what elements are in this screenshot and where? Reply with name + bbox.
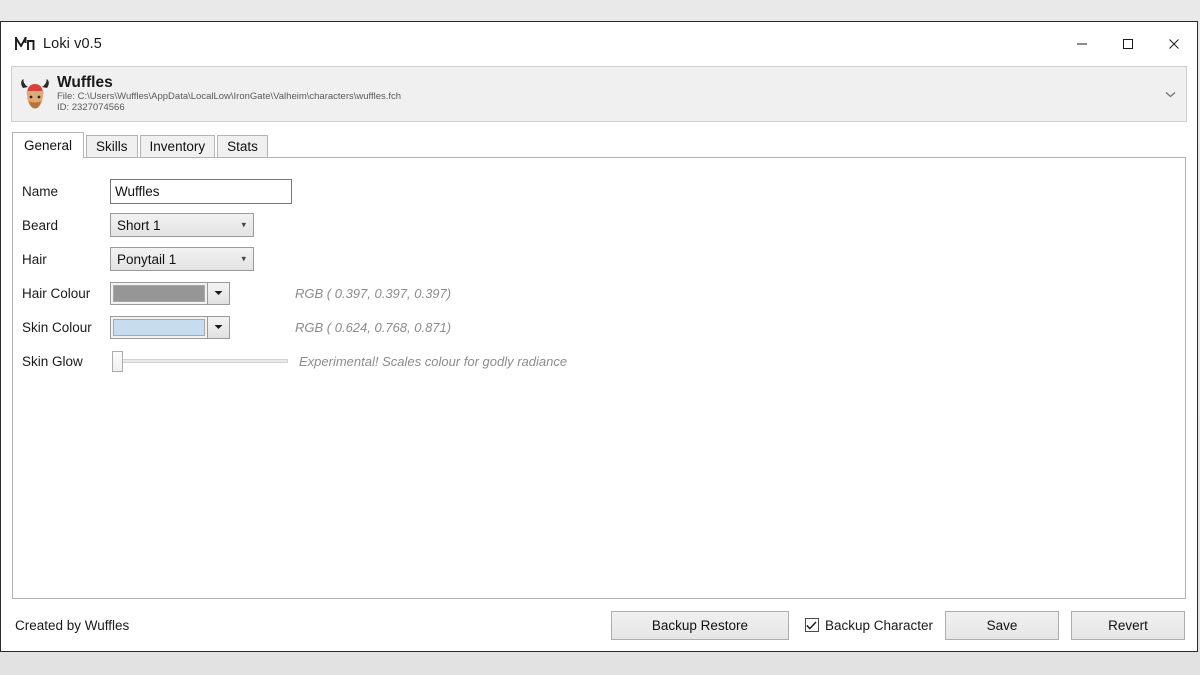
revert-label: Revert (1108, 617, 1148, 633)
chevron-down-icon: ▾ (241, 219, 246, 230)
tab-skills[interactable]: Skills (86, 135, 138, 157)
check-icon (806, 621, 817, 630)
hair-colour-picker[interactable] (110, 281, 230, 305)
hair-colour-dropdown-button[interactable] (207, 282, 229, 304)
desktop-background: Loki v0.5 Wuffles File: C:\Users\Wuffles… (0, 0, 1200, 675)
backup-restore-label: Backup Restore (651, 617, 748, 633)
hair-colour-swatch (113, 284, 205, 302)
backup-character-label: Backup Character (824, 617, 933, 633)
skin-colour-label: Skin Colour (22, 319, 92, 335)
skin-colour-dropdown-button[interactable] (207, 316, 229, 338)
backup-character-checkbox[interactable]: Backup Character (804, 617, 933, 633)
hair-selected-value: Ponytail 1 (117, 251, 177, 267)
slider-track (114, 359, 288, 363)
skin-glow-hint: Experimental! Scales colour for godly ra… (299, 353, 568, 369)
row-skin-glow: Skin Glow Experimental! Scales colour fo… (13, 344, 1185, 378)
row-name: Name (13, 174, 1185, 208)
tab-label: General (24, 138, 73, 153)
tab-inventory[interactable]: Inventory (139, 135, 216, 157)
window-footer: Created by Wuffles Backup Restore Backup… (1, 599, 1197, 651)
revert-button[interactable]: Revert (1071, 610, 1185, 640)
row-hair: Hair Ponytail 1 ▾ (13, 242, 1185, 276)
chevron-down-icon (214, 325, 223, 329)
tab-label: Stats (227, 139, 258, 154)
skin-colour-swatch (113, 318, 205, 336)
general-tab-panel: Name Beard Short 1 ▾ Hair Ponytail 1 ▾ (12, 157, 1186, 599)
tab-label: Skills (96, 139, 128, 154)
window-titlebar[interactable]: Loki v0.5 (1, 22, 1197, 66)
skin-colour-picker[interactable] (110, 315, 230, 339)
backup-restore-button[interactable]: Backup Restore (610, 610, 789, 640)
hair-label: Hair (22, 251, 47, 267)
close-button[interactable] (1151, 22, 1197, 66)
tabstrip: General Skills Inventory Stats (12, 132, 1197, 158)
chevron-down-icon (214, 291, 223, 295)
minimize-icon (1077, 43, 1087, 45)
name-label: Name (22, 183, 59, 199)
chevron-down-icon: ▾ (241, 253, 246, 264)
row-beard: Beard Short 1 ▾ (13, 208, 1185, 242)
tab-stats[interactable]: Stats (217, 135, 268, 157)
footer-actions: Backup Restore Backup Character Save Rev… (610, 610, 1185, 640)
character-header-panel[interactable]: Wuffles File: C:\Users\Wuffles\AppData\L… (11, 66, 1187, 122)
window-title: Loki v0.5 (43, 36, 102, 52)
chevron-down-icon[interactable] (1163, 87, 1177, 101)
skin-glow-slider[interactable] (110, 350, 288, 372)
credit-text: Created by Wuffles (15, 617, 130, 633)
character-file-path: File: C:\Users\Wuffles\AppData\LocalLow\… (57, 91, 402, 103)
beard-selected-value: Short 1 (117, 217, 161, 233)
close-icon (1169, 39, 1179, 49)
tab-label: Inventory (149, 139, 206, 154)
hair-colour-label: Hair Colour (22, 285, 91, 301)
checkbox-box[interactable] (804, 618, 819, 632)
window-controls (1059, 22, 1197, 66)
character-name: Wuffles (57, 73, 113, 91)
loki-application-window: Loki v0.5 Wuffles File: C:\Users\Wuffles… (0, 21, 1198, 652)
loki-horns-icon (14, 33, 36, 55)
save-label: Save (986, 617, 1018, 633)
viking-helmet-icon (20, 78, 50, 110)
tab-general[interactable]: General (12, 132, 85, 158)
slider-thumb[interactable] (112, 351, 123, 372)
maximize-icon (1123, 39, 1133, 49)
skin-colour-rgb-text: RGB ( 0.624, 0.768, 0.871) (295, 319, 452, 335)
save-button[interactable]: Save (945, 610, 1059, 640)
beard-label: Beard (22, 217, 59, 233)
row-skin-colour: Skin Colour RGB ( 0.624, 0.768, 0.871) (13, 310, 1185, 344)
character-info: Wuffles File: C:\Users\Wuffles\AppData\L… (57, 73, 402, 114)
row-hair-colour: Hair Colour RGB ( 0.397, 0.397, 0.397) (13, 276, 1185, 310)
hair-select[interactable]: Ponytail 1 ▾ (110, 247, 254, 271)
maximize-button[interactable] (1105, 22, 1151, 66)
name-input[interactable] (110, 178, 292, 204)
hair-colour-rgb-text: RGB ( 0.397, 0.397, 0.397) (295, 285, 452, 301)
minimize-button[interactable] (1059, 22, 1105, 66)
skin-glow-label: Skin Glow (22, 353, 83, 369)
character-id: ID: 2327074566 (57, 102, 125, 114)
beard-select[interactable]: Short 1 ▾ (110, 213, 254, 237)
